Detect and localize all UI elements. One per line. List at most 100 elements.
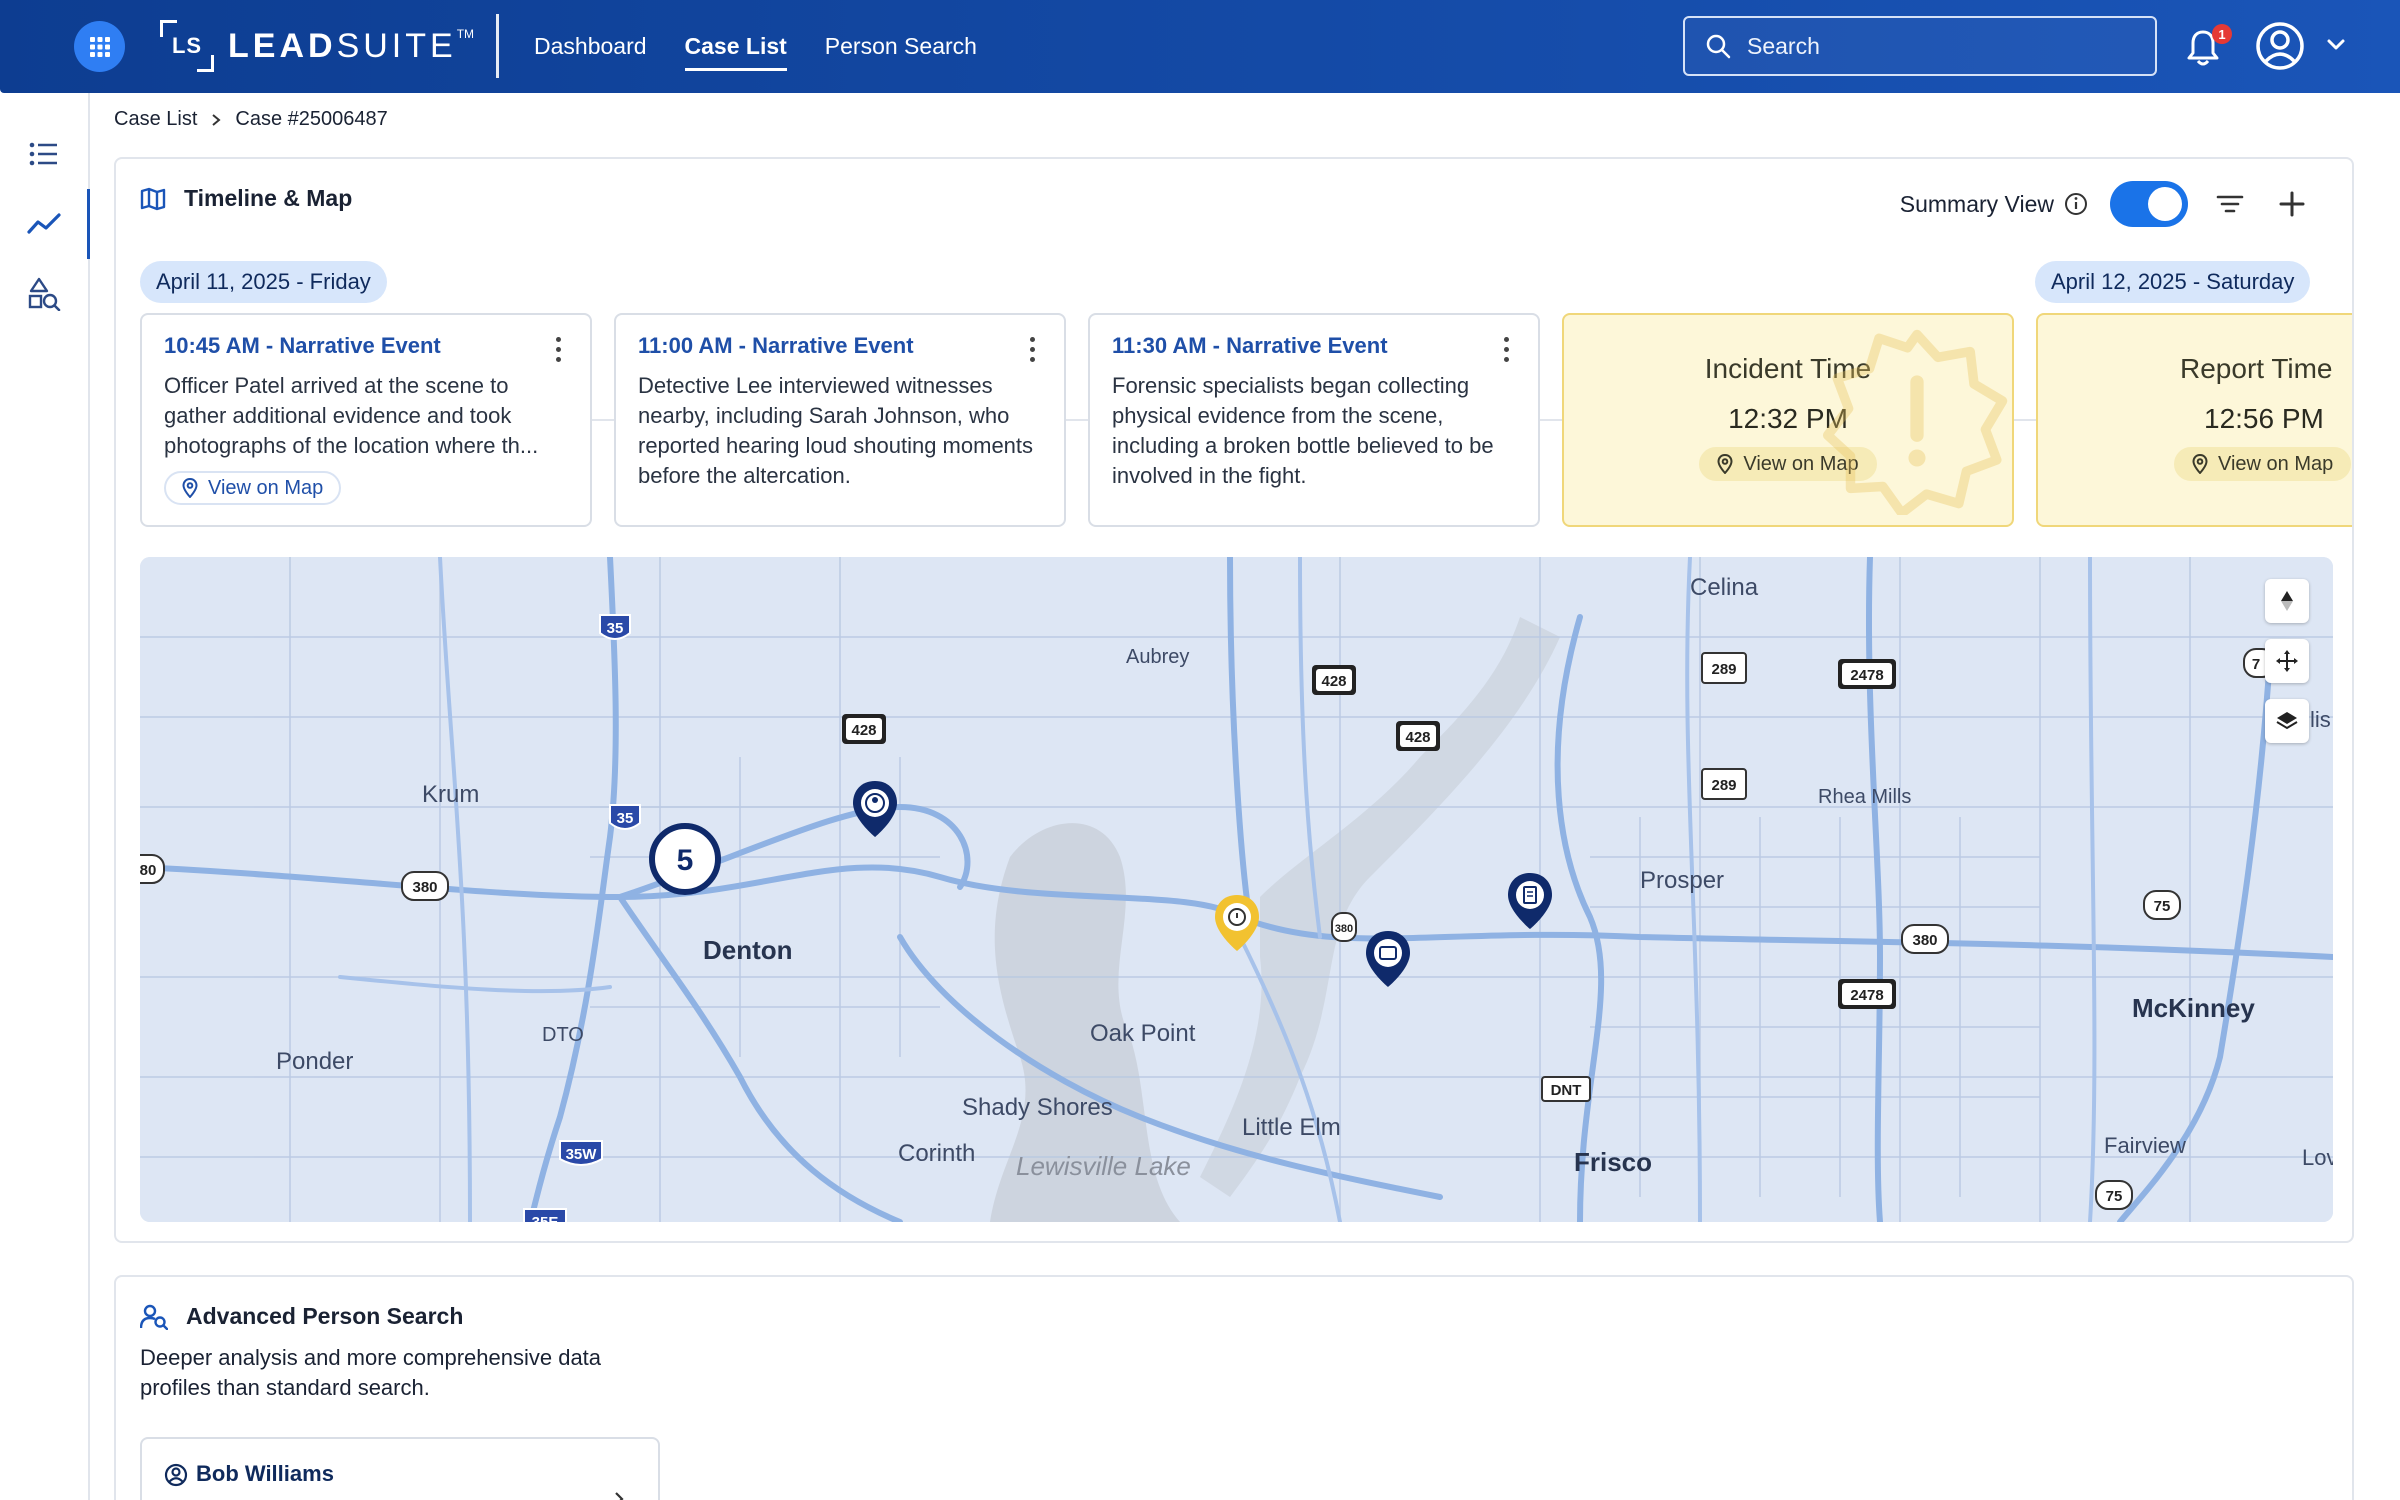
timeline-events: 10:45 AM - Narrative Event Officer Patel… <box>140 313 2352 527</box>
svg-text:35: 35 <box>617 810 634 827</box>
svg-text:428: 428 <box>851 722 876 739</box>
svg-text:80: 80 <box>140 862 156 879</box>
view-on-map-label: View on Map <box>208 476 324 499</box>
state-shield: 428 <box>1312 665 1356 695</box>
us-shield: 380 <box>1331 912 1357 942</box>
person-search-icon <box>140 1304 168 1330</box>
interstate-shield: 35 <box>609 804 641 830</box>
layers-button[interactable] <box>2265 699 2309 743</box>
person-search-header: Advanced Person Search <box>140 1303 463 1330</box>
cluster-count: 5 <box>677 844 694 877</box>
view-on-map-button[interactable]: View on Map <box>164 471 342 505</box>
svg-text:DNT: DNT <box>1551 1082 1582 1099</box>
place-label: Frisco <box>1574 1147 1652 1177</box>
interstate-shield: 35 <box>599 614 631 640</box>
person-result-card[interactable]: Bob Williams <box>140 1437 660 1500</box>
more-options-icon[interactable] <box>554 337 562 363</box>
interstate-shield: 35E <box>523 1208 567 1222</box>
trend-line-icon <box>27 213 61 234</box>
search-icon <box>1706 34 1731 59</box>
interstate-shield: 35W <box>559 1140 603 1166</box>
view-on-map-button[interactable]: View on Map <box>2174 447 2352 481</box>
rail-item-analysis[interactable] <box>0 259 88 329</box>
svg-text:428: 428 <box>1321 673 1346 690</box>
place-label: Little Elm <box>1242 1114 1341 1141</box>
map-canvas[interactable]: Celina Aubrey Krum Rhea Mills Prosper De… <box>140 557 2333 1222</box>
timeline-header: Timeline & Map <box>140 185 352 212</box>
state-shield: 428 <box>1396 721 1440 751</box>
shapes-search-icon <box>28 277 61 311</box>
compass-icon <box>2281 591 2293 611</box>
breadcrumb-current-case: Case #25006487 <box>235 108 388 130</box>
svg-text:380: 380 <box>1335 923 1353 935</box>
logo-mark: LS <box>160 20 214 72</box>
map-icon <box>140 187 166 210</box>
event-heading: 11:30 AM - Narrative Event <box>1112 333 1388 358</box>
svg-text:2478: 2478 <box>1850 667 1883 684</box>
plus-icon <box>2279 191 2305 217</box>
move-icon <box>2276 650 2298 672</box>
app-launcher-button[interactable] <box>74 21 125 72</box>
place-label: DTO <box>542 1024 584 1046</box>
person-circle-icon <box>164 1463 188 1487</box>
incident-time-card[interactable]: Incident Time 12:32 PM View on Map <box>1562 313 2014 527</box>
svg-text:75: 75 <box>2106 1188 2123 1205</box>
timeline-event-card[interactable]: 10:45 AM - Narrative Event Officer Patel… <box>140 313 592 527</box>
nav-person-search[interactable]: Person Search <box>825 0 977 93</box>
state-shield: 2478 <box>1838 659 1896 689</box>
place-label: Fairview <box>2104 1133 2186 1158</box>
svg-text:35: 35 <box>607 620 624 637</box>
summary-controls: Summary View <box>1900 181 2312 227</box>
svg-text:7: 7 <box>2252 656 2260 673</box>
chevron-right-icon <box>615 1492 624 1500</box>
toll-shield: DNT <box>1541 1076 1591 1102</box>
us-shield: 380 <box>1901 924 1949 954</box>
place-label: Aubrey <box>1126 646 1189 668</box>
place-label: Krum <box>422 781 479 808</box>
more-options-icon[interactable] <box>1028 337 1036 363</box>
summary-view-toggle[interactable] <box>2110 181 2188 227</box>
svg-text:428: 428 <box>1405 729 1430 746</box>
us-shield: 75 <box>2095 1180 2133 1210</box>
search-input[interactable] <box>1747 32 2127 60</box>
farm-road-shield: 289 <box>1701 652 1747 684</box>
rail-item-list[interactable] <box>0 119 88 189</box>
app-logo[interactable]: LS LEADSUITETM <box>160 20 474 72</box>
date-pill-start: April 11, 2025 - Friday <box>140 261 387 303</box>
filter-button[interactable] <box>2210 184 2250 224</box>
breadcrumb-case-list[interactable]: Case List <box>114 108 197 131</box>
svg-text:35W: 35W <box>566 1146 598 1163</box>
timeline-event-card[interactable]: 11:00 AM - Narrative Event Detective Lee… <box>614 313 1066 527</box>
case-map[interactable]: Celina Aubrey Krum Rhea Mills Prosper De… <box>140 557 2333 1222</box>
place-label: McKinney <box>2132 993 2255 1023</box>
place-label: Lov <box>2302 1145 2333 1170</box>
report-time-label: Report Time <box>2180 353 2333 384</box>
timeline-event-card[interactable]: 11:30 AM - Narrative Event Forensic spec… <box>1088 313 1540 527</box>
layers-icon <box>2276 712 2298 730</box>
add-event-button[interactable] <box>2272 184 2312 224</box>
place-label: Denton <box>703 935 793 965</box>
user-avatar-icon[interactable] <box>2255 21 2305 71</box>
report-time-card[interactable]: Report Time 12:56 PM View on Map <box>2036 313 2352 527</box>
logo-wordmark-light: SUITE <box>336 26 457 65</box>
info-icon[interactable] <box>2064 192 2088 216</box>
compass-button[interactable] <box>2265 579 2309 623</box>
more-options-icon[interactable] <box>1502 337 1510 363</box>
rail-item-timeline[interactable] <box>0 189 90 259</box>
grid-icon <box>89 36 110 57</box>
report-time-value: 12:56 PM <box>2204 403 2324 434</box>
place-label: lis <box>2310 707 2331 732</box>
nav-case-list[interactable]: Case List <box>684 0 788 93</box>
map-cluster-marker[interactable]: 5 <box>649 823 721 895</box>
us-shield: 80 <box>140 854 165 884</box>
place-label: Prosper <box>1640 867 1724 894</box>
farm-road-shield: 289 <box>1701 768 1747 800</box>
place-label: Ponder <box>276 1048 353 1075</box>
chevron-down-icon[interactable] <box>2326 38 2346 52</box>
left-rail <box>0 93 90 1500</box>
recenter-button[interactable] <box>2265 639 2309 683</box>
svg-text:75: 75 <box>2154 898 2171 915</box>
place-label: Celina <box>1690 574 1759 601</box>
place-label: Lewisville Lake <box>1016 1151 1191 1181</box>
nav-dashboard[interactable]: Dashboard <box>534 0 647 93</box>
